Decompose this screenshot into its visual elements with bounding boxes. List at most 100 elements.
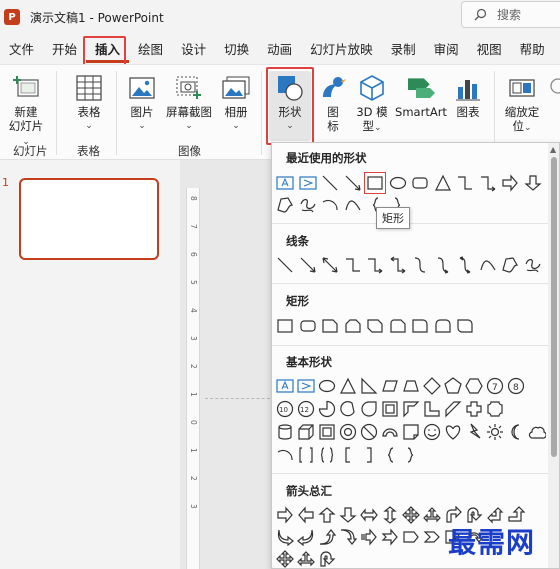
cube-icon[interactable] bbox=[297, 423, 315, 441]
frame-icon[interactable] bbox=[381, 400, 399, 418]
moon-icon[interactable] bbox=[507, 423, 525, 441]
right-triangle-icon[interactable] bbox=[360, 377, 378, 395]
right-arrow-icon[interactable] bbox=[501, 174, 519, 192]
album-button[interactable]: 相册 ⌄ bbox=[218, 73, 254, 133]
curve-icon[interactable] bbox=[344, 196, 362, 214]
pentagon-icon[interactable] bbox=[444, 377, 462, 395]
elbow-connector-icon[interactable] bbox=[344, 256, 362, 274]
snip-same-side-icon[interactable] bbox=[344, 317, 362, 335]
elbow-arrow-connector-icon[interactable] bbox=[366, 256, 384, 274]
cross-icon[interactable] bbox=[465, 400, 483, 418]
picture-button[interactable]: 图片 ⌄ bbox=[124, 73, 160, 133]
tab-10[interactable]: 视图 bbox=[468, 37, 511, 63]
triangle-icon[interactable] bbox=[339, 377, 357, 395]
striped-right-arrow-icon[interactable] bbox=[360, 528, 378, 546]
textbox-icon[interactable] bbox=[276, 174, 294, 192]
tab-4[interactable]: 设计 bbox=[172, 37, 215, 63]
line-icon[interactable] bbox=[276, 256, 294, 274]
tab-0[interactable]: 文件 bbox=[0, 37, 43, 63]
teardrop-icon[interactable] bbox=[360, 400, 378, 418]
table-button[interactable]: 表格 ⌄ bbox=[70, 73, 108, 133]
left-bracket-icon[interactable] bbox=[339, 446, 357, 464]
right-brace-icon[interactable] bbox=[402, 446, 420, 464]
new-slide-button[interactable]: 新建 幻灯片⌄ bbox=[6, 73, 46, 149]
rectangle-icon[interactable] bbox=[276, 317, 294, 335]
scribble-icon[interactable] bbox=[299, 196, 317, 214]
vertical-textbox-icon[interactable] bbox=[298, 174, 317, 192]
line-arrow-icon[interactable] bbox=[299, 256, 317, 274]
lightning-icon[interactable] bbox=[465, 423, 483, 441]
snip-diagonal-icon[interactable] bbox=[366, 317, 384, 335]
decagon-icon[interactable]: 10 bbox=[276, 400, 294, 418]
more-button[interactable] bbox=[546, 73, 560, 105]
oval-icon[interactable] bbox=[318, 377, 336, 395]
left-right-arrow-icon[interactable] bbox=[360, 506, 378, 524]
round-single-corner-icon[interactable] bbox=[411, 317, 429, 335]
heart-icon[interactable] bbox=[444, 423, 462, 441]
rounded-rectangle-icon[interactable] bbox=[299, 317, 317, 335]
diagonal-stripe-icon[interactable] bbox=[444, 400, 462, 418]
elbow-connector-icon[interactable] bbox=[456, 174, 474, 192]
curved-arrow-connector-icon[interactable] bbox=[434, 256, 452, 274]
tab-9[interactable]: 审阅 bbox=[425, 37, 468, 63]
quad-arrow-icon[interactable] bbox=[402, 506, 420, 524]
rectangle-icon[interactable] bbox=[364, 172, 386, 194]
scroll-thumb[interactable] bbox=[551, 157, 557, 457]
diamond-icon[interactable] bbox=[423, 377, 441, 395]
tab-8[interactable]: 录制 bbox=[382, 37, 425, 63]
block-arc-icon[interactable] bbox=[381, 423, 399, 441]
rounded-rectangle-icon[interactable] bbox=[411, 174, 429, 192]
left-right-up-arrow-icon[interactable] bbox=[423, 506, 441, 524]
cloud-icon[interactable] bbox=[528, 423, 546, 441]
tab-2[interactable]: 插入 bbox=[86, 37, 130, 63]
curved-double-arrow-icon[interactable] bbox=[456, 256, 474, 274]
chevron-icon[interactable] bbox=[423, 528, 441, 546]
round-same-side-icon[interactable] bbox=[434, 317, 452, 335]
left-arrow-icon[interactable] bbox=[297, 506, 315, 524]
parallelogram-icon[interactable] bbox=[381, 377, 399, 395]
vertical-textbox-icon[interactable] bbox=[297, 377, 315, 395]
notched-right-arrow-icon[interactable] bbox=[381, 528, 399, 546]
scroll-up-icon[interactable]: ▲ bbox=[550, 145, 556, 154]
line-arrow-icon[interactable] bbox=[344, 174, 362, 192]
freeform-icon[interactable] bbox=[276, 196, 294, 214]
sun-icon[interactable] bbox=[486, 423, 504, 441]
curved-connector-icon[interactable] bbox=[411, 256, 429, 274]
can-icon[interactable] bbox=[276, 423, 294, 441]
arc-icon[interactable] bbox=[321, 196, 339, 214]
hexagon-icon[interactable] bbox=[465, 377, 483, 395]
plaque-icon[interactable] bbox=[486, 400, 504, 418]
slide-thumbnail[interactable] bbox=[19, 178, 159, 260]
bevel-icon[interactable] bbox=[318, 423, 336, 441]
right-bracket-icon[interactable] bbox=[360, 446, 378, 464]
screenshot-button[interactable]: 屏幕截图 ⌄ bbox=[163, 73, 215, 133]
curved-down-arrow-icon[interactable] bbox=[339, 528, 357, 546]
left-right-up-arrow-icon[interactable] bbox=[297, 550, 315, 568]
double-brace-icon[interactable] bbox=[318, 446, 336, 464]
oval-icon[interactable] bbox=[389, 174, 407, 192]
up-down-arrow-icon[interactable] bbox=[381, 506, 399, 524]
donut-icon[interactable] bbox=[339, 423, 357, 441]
textbox-icon[interactable] bbox=[276, 377, 294, 395]
chart-button[interactable]: 图表 bbox=[452, 73, 484, 119]
tab-7[interactable]: 幻灯片放映 bbox=[301, 37, 382, 63]
down-arrow-icon[interactable] bbox=[339, 506, 357, 524]
trapezoid-icon[interactable] bbox=[402, 377, 420, 395]
smiley-icon[interactable] bbox=[423, 423, 441, 441]
snip-round-icon[interactable] bbox=[389, 317, 407, 335]
tab-5[interactable]: 切换 bbox=[215, 37, 258, 63]
scribble-icon[interactable] bbox=[524, 256, 542, 274]
chord-icon[interactable] bbox=[339, 400, 357, 418]
curved-right-arrow-icon[interactable] bbox=[276, 528, 294, 546]
line-icon[interactable] bbox=[321, 174, 339, 192]
no-symbol-icon[interactable] bbox=[360, 423, 378, 441]
search-box[interactable]: 搜索 bbox=[461, 1, 560, 28]
snip-single-corner-icon[interactable] bbox=[321, 317, 339, 335]
tab-3[interactable]: 绘图 bbox=[129, 37, 172, 63]
pie-icon[interactable] bbox=[318, 400, 336, 418]
right-arrow-icon[interactable] bbox=[276, 506, 294, 524]
heptagon-icon[interactable]: 7 bbox=[486, 377, 504, 395]
double-arrow-line-icon[interactable] bbox=[321, 256, 339, 274]
freeform-icon[interactable] bbox=[501, 256, 519, 274]
down-arrow-icon[interactable] bbox=[523, 174, 542, 192]
